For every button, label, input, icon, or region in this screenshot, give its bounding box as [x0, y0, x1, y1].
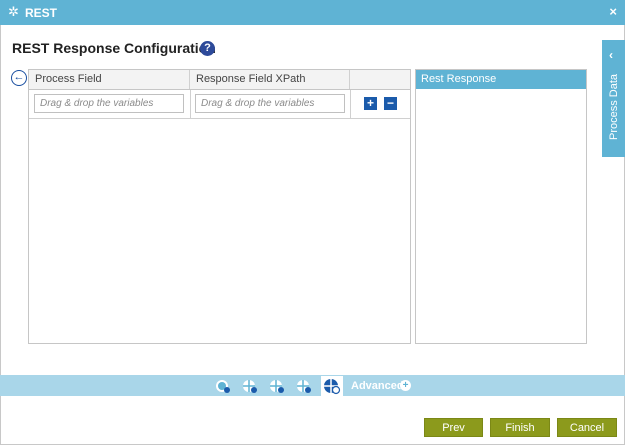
globe-auth-icon[interactable]: [295, 377, 313, 395]
grid-header: Process Field Response Field XPath: [29, 70, 410, 90]
globe-response-icon[interactable]: [321, 376, 343, 396]
close-icon[interactable]: ×: [609, 4, 617, 19]
add-row-button[interactable]: +: [364, 97, 377, 110]
process-data-label: Process Data: [608, 73, 620, 140]
mapping-grid: Process Field Response Field XPath Drag …: [28, 69, 411, 344]
globe-settings-icon[interactable]: [214, 377, 232, 395]
remove-row-button[interactable]: −: [384, 97, 397, 110]
response-xpath-input[interactable]: Drag & drop the variables: [195, 94, 345, 113]
process-data-tab[interactable]: ‹ Process Data: [602, 40, 625, 157]
column-divider: [190, 90, 191, 118]
window-title: REST: [25, 6, 58, 20]
rest-response-title: Rest Response: [416, 70, 586, 89]
prev-button[interactable]: Prev: [424, 418, 483, 437]
back-arrow-icon[interactable]: ←: [11, 70, 27, 86]
globe-request-icon[interactable]: [241, 377, 259, 395]
column-header-response-xpath: Response Field XPath: [190, 70, 350, 89]
globe-header-icon[interactable]: [268, 377, 286, 395]
cancel-button[interactable]: Cancel: [557, 418, 617, 437]
help-icon[interactable]: ?: [200, 41, 215, 56]
process-field-input[interactable]: Drag & drop the variables: [34, 94, 184, 113]
column-header-process-field: Process Field: [29, 70, 190, 89]
column-header-actions: [350, 70, 410, 89]
gear-icon: ✲: [8, 4, 19, 19]
rest-response-panel[interactable]: Rest Response: [415, 69, 587, 344]
chevron-left-icon: ‹: [609, 48, 613, 62]
column-divider: [350, 90, 351, 118]
advanced-plus-icon[interactable]: +: [400, 380, 411, 391]
title-bar: ✲ REST ×: [0, 0, 625, 25]
advanced-link[interactable]: Advanced: [351, 380, 404, 392]
finish-button[interactable]: Finish: [490, 418, 550, 437]
page-title: REST Response Configuration: [12, 40, 216, 56]
